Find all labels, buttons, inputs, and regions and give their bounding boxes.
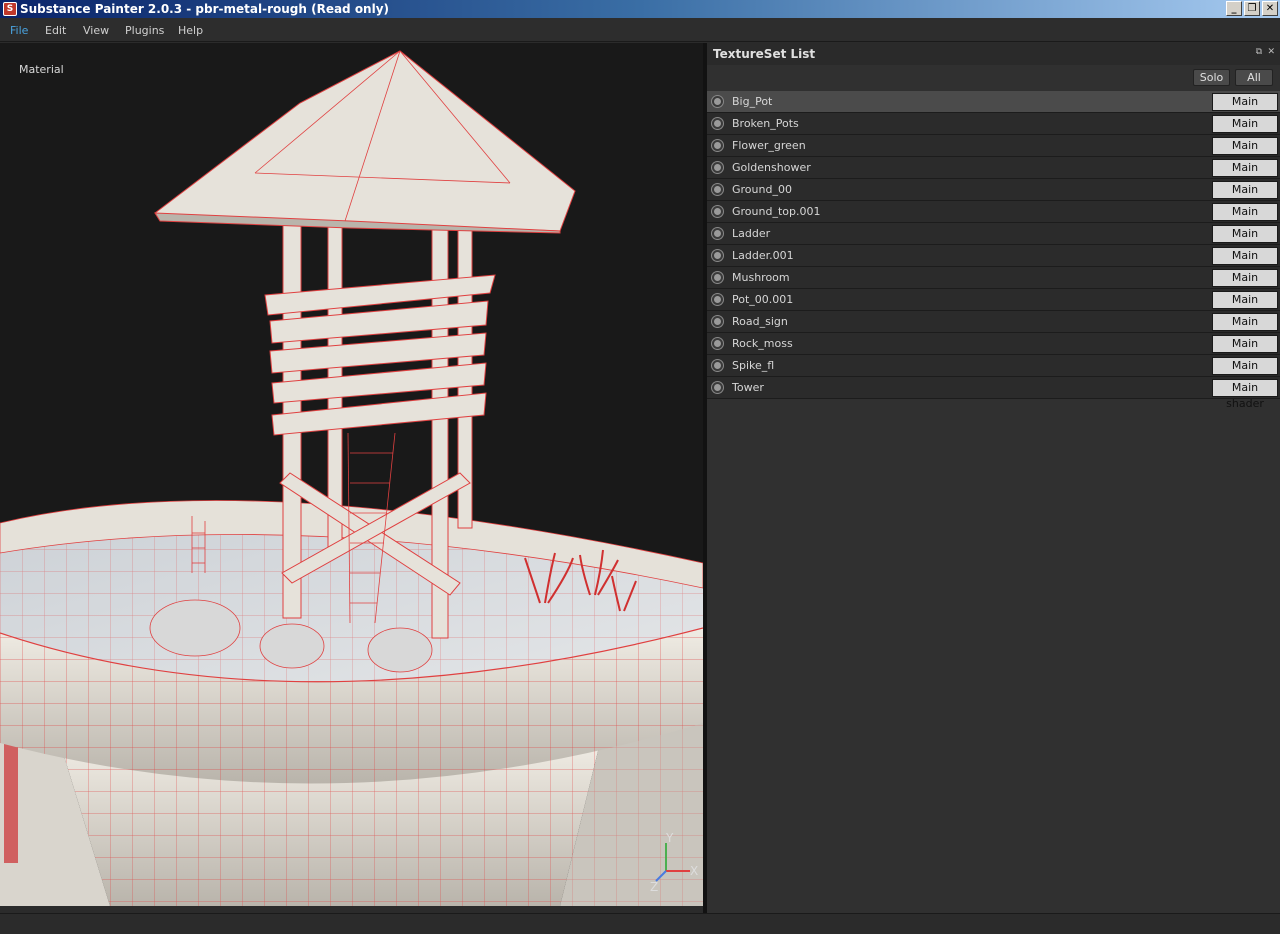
visibility-radio-icon[interactable] xyxy=(712,140,723,151)
textureset-name: Broken_Pots xyxy=(732,117,799,130)
textureset-name: Tower xyxy=(732,381,764,394)
textureset-name: Spike_fl xyxy=(732,359,775,372)
textureset-list: Big_Pot Main shader Broken_Pots Main shader… xyxy=(707,91,1280,410)
menu-edit[interactable]: Edit xyxy=(45,24,66,37)
textureset-row[interactable]: Ladder.001 Main shader xyxy=(707,245,1280,278)
textureset-row[interactable]: Ground_00 Main shader xyxy=(707,179,1280,212)
textureset-row[interactable]: Road_sign Main shader xyxy=(707,311,1280,344)
textureset-name: Big_Pot xyxy=(732,95,773,108)
textureset-name: Rock_moss xyxy=(732,337,793,350)
visibility-radio-icon[interactable] xyxy=(712,96,723,107)
axis-z-label: Z xyxy=(650,880,658,893)
visibility-radio-icon[interactable] xyxy=(712,184,723,195)
close-panel-icon[interactable]: ✕ xyxy=(1267,47,1275,57)
textureset-row[interactable]: Ladder Main shader xyxy=(707,223,1280,256)
visibility-radio-icon[interactable] xyxy=(712,316,723,327)
textureset-name: Goldenshower xyxy=(732,161,811,174)
axis-gizmo-icon: Y X Z xyxy=(650,833,698,893)
shader-select-button[interactable]: Main shader xyxy=(1212,159,1278,190)
textureset-name: Road_sign xyxy=(732,315,788,328)
panel-header: TextureSet List ⧉ ✕ xyxy=(707,43,1280,65)
menu-help[interactable]: Help xyxy=(178,24,203,37)
viewport-mode-label: Material xyxy=(19,63,64,76)
textureset-name: Flower_green xyxy=(732,139,806,152)
textureset-panel: TextureSet List ⧉ ✕ Solo All Big_Pot Main… xyxy=(707,43,1280,913)
textureset-name: Pot_00.001 xyxy=(732,293,794,306)
solo-button[interactable]: Solo xyxy=(1193,69,1230,86)
textureset-row[interactable]: Flower_green Main shader xyxy=(707,135,1280,168)
textureset-row[interactable]: Broken_Pots Main shader xyxy=(707,113,1280,146)
axis-x-label: X xyxy=(690,864,698,878)
menu-view[interactable]: View xyxy=(83,24,109,37)
textureset-row[interactable]: Tower Main shader xyxy=(707,377,1280,410)
status-bar xyxy=(0,913,1280,934)
shader-select-button[interactable]: Main shader xyxy=(1212,247,1278,278)
panel-toolbar: Solo All xyxy=(707,65,1280,89)
window-controls: _ ❐ ✕ xyxy=(1226,1,1278,16)
visibility-radio-icon[interactable] xyxy=(712,118,723,129)
shader-select-button[interactable]: Main shader xyxy=(1212,93,1278,124)
visibility-radio-icon[interactable] xyxy=(712,228,723,239)
panel-title: TextureSet List xyxy=(713,47,816,61)
textureset-name: Ground_00 xyxy=(732,183,792,196)
shader-select-button[interactable]: Main shader xyxy=(1212,269,1278,300)
visibility-radio-icon[interactable] xyxy=(712,382,723,393)
shader-select-button[interactable]: Main shader xyxy=(1212,203,1278,234)
visibility-radio-icon[interactable] xyxy=(712,360,723,371)
visibility-radio-icon[interactable] xyxy=(712,294,723,305)
restore-button[interactable]: ❐ xyxy=(1244,1,1260,16)
textureset-name: Ladder.001 xyxy=(732,249,794,262)
shader-select-button[interactable]: Main shader xyxy=(1212,181,1278,212)
title-bar: S Substance Painter 2.0.3 - pbr-metal-ro… xyxy=(0,0,1280,18)
shader-select-button[interactable]: Main shader xyxy=(1212,291,1278,322)
shader-select-button[interactable]: Main shader xyxy=(1212,335,1278,366)
textureset-row[interactable]: Spike_fl Main shader xyxy=(707,355,1280,388)
visibility-radio-icon[interactable] xyxy=(712,250,723,261)
shader-select-button[interactable]: Main shader xyxy=(1212,225,1278,256)
visibility-radio-icon[interactable] xyxy=(712,272,723,283)
shader-select-button[interactable]: Main shader xyxy=(1212,313,1278,344)
textureset-row[interactable]: Pot_00.001 Main shader xyxy=(707,289,1280,322)
shader-select-button[interactable]: Main shader xyxy=(1212,357,1278,388)
textureset-name: Mushroom xyxy=(732,271,790,284)
visibility-radio-icon[interactable] xyxy=(712,162,723,173)
textureset-row[interactable]: Rock_moss Main shader xyxy=(707,333,1280,366)
window-title: Substance Painter 2.0.3 - pbr-metal-roug… xyxy=(20,2,390,16)
menu-plugins[interactable]: Plugins xyxy=(125,24,164,37)
menu-file[interactable]: File xyxy=(10,24,28,37)
textureset-name: Ground_top.001 xyxy=(732,205,821,218)
shader-select-button[interactable]: Main shader xyxy=(1212,137,1278,168)
minimize-button[interactable]: _ xyxy=(1226,1,1242,16)
visibility-radio-icon[interactable] xyxy=(712,206,723,217)
all-button[interactable]: All xyxy=(1235,69,1273,86)
textureset-row[interactable]: Goldenshower Main shader xyxy=(707,157,1280,190)
substance-icon: S xyxy=(3,2,17,16)
viewport-3d[interactable]: Material Y X Z xyxy=(0,43,703,906)
shader-select-button[interactable]: Main shader xyxy=(1212,379,1278,410)
visibility-radio-icon[interactable] xyxy=(712,338,723,349)
shader-select-button[interactable]: Main shader xyxy=(1212,115,1278,146)
close-button[interactable]: ✕ xyxy=(1262,1,1278,16)
textureset-row[interactable]: Big_Pot Main shader xyxy=(707,91,1280,124)
axis-y-label: Y xyxy=(665,833,674,845)
menu-bar: File Edit View Plugins Help xyxy=(0,18,1280,42)
textureset-row[interactable]: Ground_top.001 Main shader xyxy=(707,201,1280,234)
textureset-row[interactable]: Mushroom Main shader xyxy=(707,267,1280,300)
float-panel-icon[interactable]: ⧉ xyxy=(1256,47,1262,57)
textureset-name: Ladder xyxy=(732,227,771,240)
scene-render xyxy=(0,50,703,906)
